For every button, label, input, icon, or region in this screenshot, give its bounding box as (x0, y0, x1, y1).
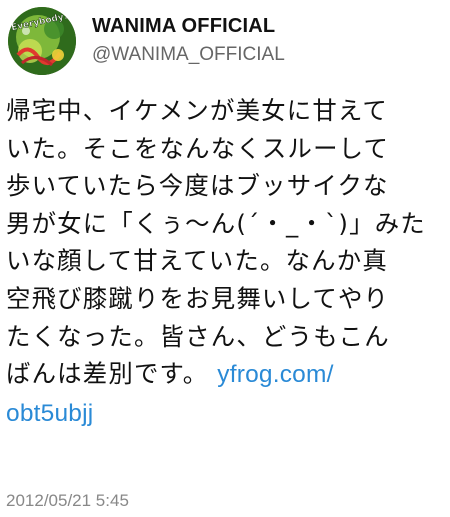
tweet-header: Everybody!! WANIMA OFFICIAL @WANIMA_OFFI… (8, 6, 285, 76)
tweet-line: たくなった。皆さん、どうもこん (6, 321, 390, 351)
user-names: WANIMA OFFICIAL @WANIMA_OFFICIAL (92, 14, 285, 68)
tweet-line: 空飛び膝蹴りをお見舞いしてやり (6, 283, 390, 313)
avatar[interactable]: Everybody!! (8, 7, 76, 75)
user-handle[interactable]: @WANIMA_OFFICIAL (92, 42, 285, 68)
tweet-text: 帰宅中、イケメンが美女に甘えて いた。そこをなんなくスルーして 歩いていたら今度… (6, 92, 446, 432)
tweet-line-with-link: ばんは差別です。 yfrog.com/ (6, 355, 446, 394)
tweet-timestamp[interactable]: 2012/05/21 5:45 (6, 490, 129, 512)
tweet-line: いた。そこをなんなくスルーして (6, 133, 390, 163)
avatar-image: Everybody!! (8, 7, 76, 75)
tweet-line: 歩いていたら今度はブッサイクな (6, 171, 389, 201)
display-name[interactable]: WANIMA OFFICIAL (92, 14, 285, 38)
tweet-card: Everybody!! WANIMA OFFICIAL @WANIMA_OFFI… (0, 0, 450, 517)
tweet-link-continued[interactable]: obt5ubjj (6, 400, 93, 427)
tweet-line-text: ばんは差別です。 (6, 359, 209, 389)
tweet-line: 帰宅中、イケメンが美女に甘えて (6, 96, 388, 125)
tweet-line: いな顔して甘えていた。なんか真 (6, 246, 388, 276)
tweet-line-link-continued: obt5ubjj (6, 394, 446, 433)
tweet-link[interactable]: yfrog.com/ (217, 361, 333, 388)
tweet-line: 男が女に「くぅ〜ん(´・_・`)」みた (6, 208, 426, 238)
